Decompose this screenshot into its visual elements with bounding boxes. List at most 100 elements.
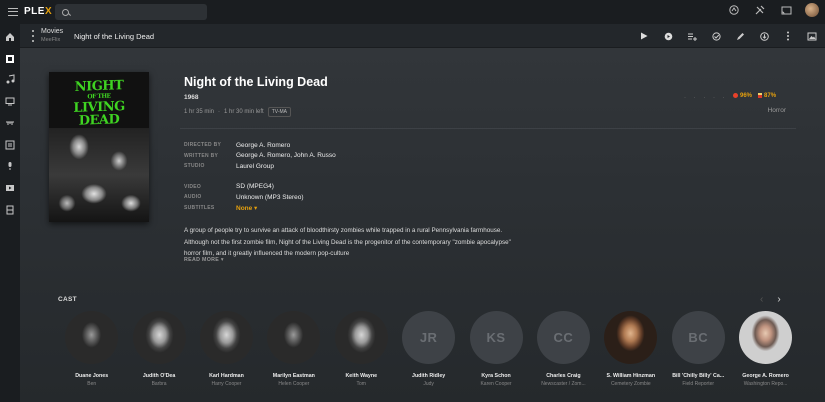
cast-role: Karen Cooper xyxy=(480,381,512,387)
activity-icon[interactable] xyxy=(727,3,741,17)
studio-link[interactable]: Laurel Group xyxy=(236,163,274,170)
music-icon[interactable] xyxy=(3,72,17,86)
cast-initials-avatar[interactable]: KS xyxy=(469,311,523,364)
cast-role: Barbra xyxy=(151,381,167,387)
audio-value: Unknown (MP3 Stereo) xyxy=(236,193,304,201)
server-name: MeeFlix xyxy=(41,37,61,43)
cast-member[interactable]: CC Charles Craig Newscaster / Zom... xyxy=(530,311,597,387)
subtitles-label: SUBTITLES xyxy=(184,204,215,211)
cast-name: Judith O'Dea xyxy=(142,373,176,379)
cast-name: George A. Romero xyxy=(742,373,789,379)
cast-name: S. William Hinzman xyxy=(606,373,656,379)
cast-initials: CC xyxy=(553,330,574,345)
cast-role: Washington Repo... xyxy=(743,381,788,387)
cast-role: Ben xyxy=(87,381,97,387)
search-input[interactable] xyxy=(55,4,207,20)
cast-member[interactable]: JR Judith Ridley Judy xyxy=(395,311,462,387)
library-header: Movies MeeFlix Night of the Living Dead xyxy=(20,24,825,48)
director-link[interactable]: George A. Romero xyxy=(236,142,290,149)
subtitles-dropdown[interactable]: None ▾ xyxy=(236,204,257,212)
studio-label: STUDIO xyxy=(184,163,205,170)
user-rating-stars[interactable]: · · · · · xyxy=(684,95,728,101)
cast-photo[interactable] xyxy=(604,311,658,364)
cast-photo[interactable] xyxy=(334,311,388,364)
movies-icon[interactable] xyxy=(3,52,17,66)
audio-label: AUDIO xyxy=(184,194,202,201)
top-bar: PLEX xyxy=(0,0,825,24)
breadcrumb-title: Night of the Living Dead xyxy=(74,32,155,41)
play-icon[interactable] xyxy=(639,29,649,43)
cast-role: Newscaster / Zom... xyxy=(541,381,586,387)
live-tv-icon[interactable] xyxy=(3,116,17,130)
cast-photo[interactable] xyxy=(65,311,119,364)
cast-name: Judith Ridley xyxy=(412,373,446,379)
chevron-left-icon[interactable]: ‹ xyxy=(760,294,763,305)
cast-member[interactable]: Duane Jones Ben xyxy=(58,311,125,387)
cast-initials: BC xyxy=(688,330,709,345)
cast-initials-avatar[interactable]: CC xyxy=(536,311,590,364)
cast-member[interactable]: S. William Hinzman Cemetery Zombie xyxy=(597,311,664,387)
movie-meta: 1 hr 35 min · 1 hr 30 min left TV-MA xyxy=(184,107,291,117)
tv-icon[interactable] xyxy=(3,94,17,108)
cast-initials-avatar[interactable]: JR xyxy=(402,311,456,364)
tools-icon[interactable] xyxy=(753,3,767,17)
cast-member[interactable]: KS Kyra Schon Karen Cooper xyxy=(462,311,529,387)
hamburger-menu-icon[interactable] xyxy=(8,7,18,16)
trailer-icon[interactable] xyxy=(663,29,673,43)
video-icon[interactable] xyxy=(3,181,17,195)
home-icon[interactable] xyxy=(3,30,17,44)
chevron-right-icon[interactable]: › xyxy=(777,294,780,305)
cast-initials-avatar[interactable]: BC xyxy=(671,311,725,364)
poster-title-art: NIGHT OF THE LIVING DEAD xyxy=(73,78,125,129)
cast-icon[interactable] xyxy=(779,3,793,17)
cast-role: Tom xyxy=(356,381,366,387)
cast-member[interactable]: Keith Wayne Tom xyxy=(328,311,395,387)
cast-name: Keith Wayne xyxy=(345,373,378,379)
film-icon[interactable] xyxy=(3,203,17,217)
more-options-icon[interactable] xyxy=(783,29,793,43)
user-avatar[interactable] xyxy=(805,3,819,17)
cast-name: Bill 'Chilly Billy' Ca... xyxy=(672,373,725,379)
cast-role: Helen Cooper xyxy=(278,381,310,387)
cast-member[interactable]: George A. Romero Washington Repo... xyxy=(732,311,799,387)
movie-poster[interactable]: NIGHT OF THE LIVING DEAD xyxy=(49,72,149,222)
poster-artwork xyxy=(49,128,149,222)
ratings: 96% 87% xyxy=(733,93,776,99)
content-rating-badge: TV-MA xyxy=(267,107,291,117)
cast-photo[interactable] xyxy=(199,311,253,364)
cast-member[interactable]: Judith O'Dea Barbra xyxy=(125,311,192,387)
read-more-button[interactable]: READ MORE ▾ xyxy=(184,257,224,263)
movie-year[interactable]: 1968 xyxy=(184,94,198,101)
cast-photo[interactable] xyxy=(132,311,186,364)
cast-photo[interactable] xyxy=(267,311,321,364)
logo[interactable]: PLEX xyxy=(8,6,52,17)
cast-name: Kyra Schon xyxy=(481,373,511,379)
background-art-icon[interactable] xyxy=(807,29,817,43)
edit-icon[interactable] xyxy=(735,29,745,43)
cast-name: Marilyn Eastman xyxy=(272,373,315,379)
popcorn-icon xyxy=(758,93,763,98)
summary-text: A group of people try to survive an atta… xyxy=(184,227,511,257)
genre[interactable]: Horror xyxy=(768,107,786,114)
video-value: SD (MPEG4) xyxy=(236,183,274,191)
cast-member[interactable]: BC Bill 'Chilly Billy' Ca... Field Reporte… xyxy=(665,311,732,387)
library-name[interactable]: Movies xyxy=(41,28,63,35)
download-icon[interactable] xyxy=(759,29,769,43)
playlist-icon[interactable] xyxy=(3,138,17,152)
mark-watched-icon[interactable] xyxy=(711,29,721,43)
podcast-icon[interactable] xyxy=(3,159,17,173)
movie-title: Night of the Living Dead xyxy=(184,75,328,89)
cast-role: Judy xyxy=(423,381,434,387)
cast-initials: KS xyxy=(486,330,506,345)
writer-link[interactable]: George A. Romero, John A. Russo xyxy=(236,152,336,159)
sidebar xyxy=(0,24,20,402)
cast-name: Duane Jones xyxy=(75,373,109,379)
divider xyxy=(180,128,796,129)
cast-role: Cemetery Zombie xyxy=(610,381,651,387)
cast-member[interactable]: Karl Hardman Harry Cooper xyxy=(193,311,260,387)
cast-member[interactable]: Marilyn Eastman Helen Cooper xyxy=(260,311,327,387)
add-to-playlist-icon[interactable] xyxy=(687,29,697,43)
critic-rating: 96% xyxy=(733,93,752,99)
more-vertical-icon[interactable] xyxy=(32,30,35,42)
cast-photo[interactable] xyxy=(739,311,793,364)
